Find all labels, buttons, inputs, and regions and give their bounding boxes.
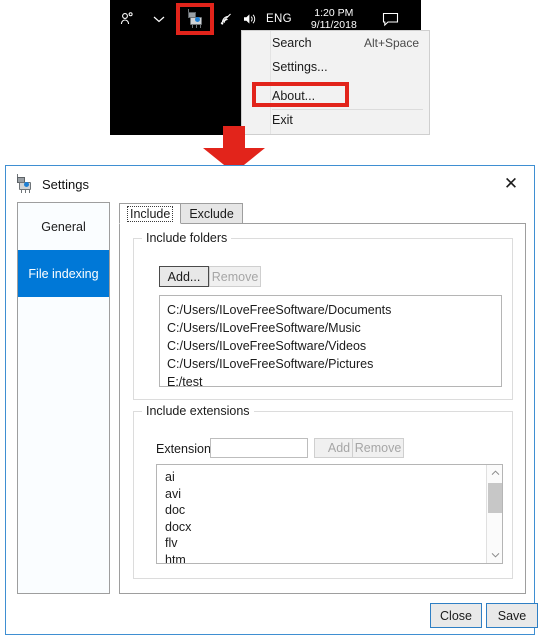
settings-dialog: Settings ✕ General File indexing Include… xyxy=(5,165,538,635)
close-icon[interactable]: ✕ xyxy=(488,166,534,202)
scrollbar[interactable] xyxy=(486,465,502,563)
clock-time: 1:20 PM xyxy=(314,7,354,19)
list-item[interactable]: C:/Users/ILoveFreeSoftware/Music xyxy=(167,319,501,337)
remove-extension-button[interactable]: Remove xyxy=(352,438,404,458)
chevron-up-icon[interactable] xyxy=(487,465,502,481)
extensions-items: ai avi doc docx flv htm xyxy=(157,465,485,563)
app-tray-icon xyxy=(187,8,204,28)
sidebar-item-file-indexing[interactable]: File indexing xyxy=(18,250,109,297)
close-button[interactable]: Close xyxy=(430,603,482,628)
dialog-titlebar: Settings ✕ xyxy=(6,166,534,202)
extension-input[interactable] xyxy=(210,438,308,458)
include-folders-group: Include folders Add... Remove C:/Users/I… xyxy=(133,231,513,400)
list-item[interactable]: doc xyxy=(165,502,485,519)
tab-include[interactable]: Include xyxy=(119,203,182,224)
extension-label: Extension: xyxy=(156,442,215,456)
tray-app-icon-highlight[interactable] xyxy=(176,3,214,35)
menu-item-exit[interactable]: Exit xyxy=(242,108,429,132)
settings-sidebar: General File indexing xyxy=(17,202,110,594)
menu-item-label: About... xyxy=(272,89,316,103)
list-item[interactable]: docx xyxy=(165,519,485,536)
include-folders-list[interactable]: C:/Users/ILoveFreeSoftware/Documents C:/… xyxy=(159,295,502,387)
menu-item-settings[interactable]: Settings... xyxy=(242,55,429,79)
list-item[interactable]: htm xyxy=(165,552,485,564)
list-item[interactable]: flv xyxy=(165,535,485,552)
sidebar-item-label: File indexing xyxy=(28,266,99,281)
page-title: Settings xyxy=(42,176,89,192)
tab-label: Exclude xyxy=(189,206,234,221)
clock[interactable]: 1:20 PM 9/11/2018 xyxy=(302,7,366,31)
group-title: Include folders xyxy=(142,231,232,245)
list-item[interactable]: C:/Users/ILoveFreeSoftware/Documents xyxy=(167,301,501,319)
list-item[interactable]: C:/Users/ILoveFreeSoftware/Pictures xyxy=(167,355,501,373)
tab-panel-include: Include folders Add... Remove C:/Users/I… xyxy=(119,223,526,594)
menu-item-about[interactable]: About... xyxy=(242,84,429,108)
list-item[interactable]: E:/test xyxy=(167,373,501,386)
list-item[interactable]: ai xyxy=(165,469,485,486)
save-button[interactable]: Save xyxy=(486,603,538,628)
chevron-down-icon[interactable] xyxy=(487,547,502,563)
list-item[interactable]: avi xyxy=(165,486,485,503)
menu-item-label: Search xyxy=(272,36,312,50)
arrow-shaft xyxy=(223,126,245,150)
list-item[interactable]: C:/Users/ILoveFreeSoftware/Videos xyxy=(167,337,501,355)
tab-exclude[interactable]: Exclude xyxy=(180,203,243,224)
tray-context-menu: Search Alt+Space Settings... About... Ex… xyxy=(241,30,430,135)
sidebar-item-general[interactable]: General xyxy=(18,203,109,250)
menu-item-label: Settings... xyxy=(272,60,328,74)
menu-item-label: Exit xyxy=(272,113,293,127)
remove-folder-button[interactable]: Remove xyxy=(209,266,261,287)
scrollbar-thumb[interactable] xyxy=(488,483,502,513)
menu-item-search[interactable]: Search Alt+Space xyxy=(242,31,429,55)
chevron-up-icon[interactable] xyxy=(144,0,174,38)
tab-label: Include xyxy=(127,205,174,222)
app-window-icon xyxy=(16,173,33,193)
language-indicator[interactable]: ENG xyxy=(266,13,292,25)
wifi-icon[interactable] xyxy=(214,0,238,38)
people-icon[interactable] xyxy=(110,0,144,38)
menu-item-accelerator: Alt+Space xyxy=(363,36,419,50)
sidebar-item-label: General xyxy=(41,219,86,234)
include-extensions-list[interactable]: ai avi doc docx flv htm xyxy=(156,464,503,564)
group-title: Include extensions xyxy=(142,404,254,418)
add-folder-button[interactable]: Add... xyxy=(159,266,209,287)
taskbar: ENG 1:20 PM 9/11/2018 Search Alt+Space S… xyxy=(110,0,430,135)
tabstrip: Include Exclude xyxy=(119,202,243,224)
include-extensions-group: Include extensions Extension: Add Remove… xyxy=(133,404,513,579)
